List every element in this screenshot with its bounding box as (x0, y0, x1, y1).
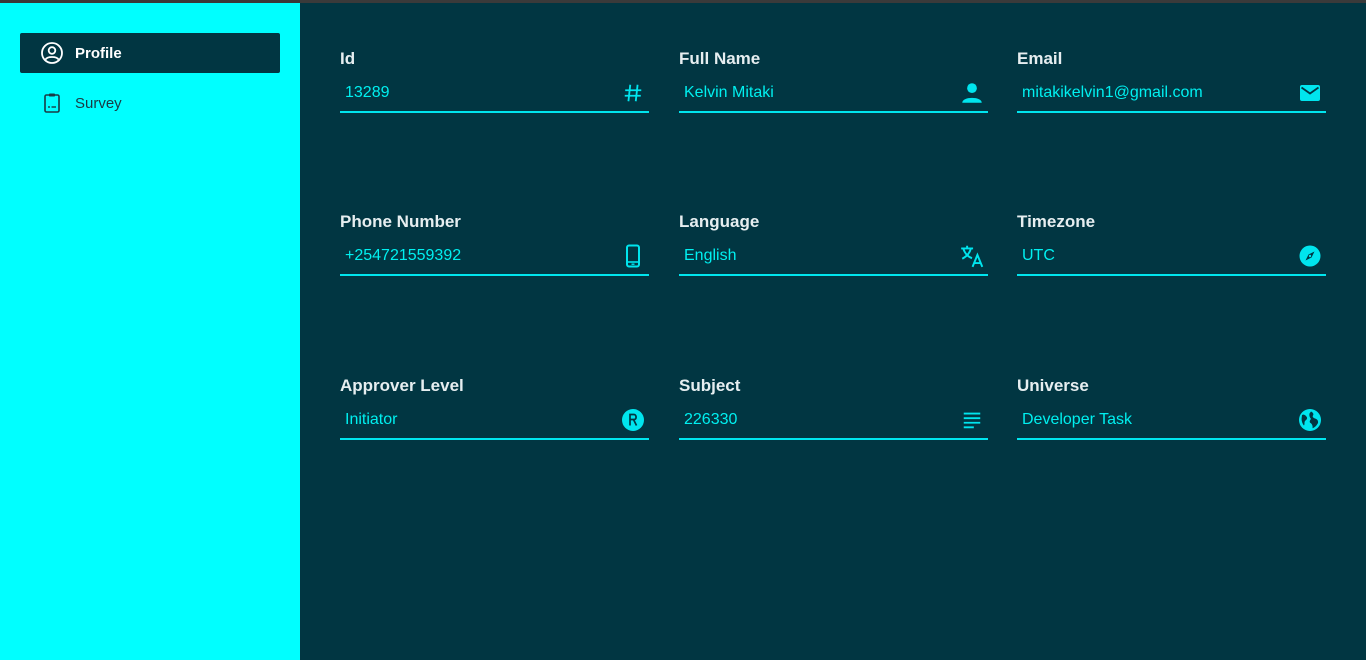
sidebar-item-label: Profile (75, 44, 122, 62)
language-field: Language English (679, 212, 988, 292)
approver-level-field: Approver Level Initiator (340, 376, 649, 456)
globe-icon (1297, 407, 1323, 433)
mail-icon (1297, 80, 1323, 106)
field-value: 13289 (345, 84, 390, 101)
timezone-field: Timezone UTC (1017, 212, 1326, 292)
timezone-input[interactable]: UTC (1017, 238, 1326, 276)
field-value: +254721559392 (345, 247, 462, 264)
registered-icon (620, 407, 646, 433)
subject-input[interactable]: 226330 (679, 402, 988, 440)
subject-field: Subject 226330 (679, 376, 988, 456)
person-icon (959, 80, 985, 106)
field-label: Subject (679, 376, 741, 395)
field-label: Universe (1017, 376, 1089, 395)
field-value: Kelvin Mitaki (684, 84, 774, 101)
field-value: Developer Task (1022, 411, 1132, 428)
sidebar-item-profile[interactable]: Profile (20, 33, 280, 73)
sidebar: Profile Survey (0, 3, 300, 660)
clipboard-list-icon (40, 91, 64, 115)
universe-field: Universe Developer Task (1017, 376, 1326, 456)
compass-icon (1297, 243, 1323, 269)
approver-level-input[interactable]: Initiator (340, 402, 649, 440)
email-input[interactable]: mitakikelvin1@gmail.com (1017, 75, 1326, 113)
field-value: 226330 (684, 411, 738, 428)
smartphone-icon (620, 243, 646, 269)
notes-icon (959, 407, 985, 433)
hash-icon (620, 80, 646, 106)
phone-number-input[interactable]: +254721559392 (340, 238, 649, 276)
id-field: Id 13289 (340, 49, 649, 129)
translate-icon (959, 243, 985, 269)
field-label: Id (340, 49, 356, 68)
profile-form: Id 13289 Full Name Kelvin Mitaki Email m… (300, 3, 1366, 660)
field-value: Initiator (345, 411, 398, 428)
account-circle-icon (40, 41, 64, 65)
sidebar-item-label: Survey (75, 94, 122, 112)
field-value: English (684, 247, 737, 264)
full-name-field: Full Name Kelvin Mitaki (679, 49, 988, 129)
universe-input[interactable]: Developer Task (1017, 402, 1326, 440)
field-value: UTC (1022, 247, 1055, 264)
field-label: Approver Level (340, 376, 464, 395)
email-field: Email mitakikelvin1@gmail.com (1017, 49, 1326, 129)
field-label: Language (679, 212, 760, 231)
field-label: Phone Number (340, 212, 461, 231)
field-value: mitakikelvin1@gmail.com (1022, 84, 1203, 101)
language-input[interactable]: English (679, 238, 988, 276)
phone-number-field: Phone Number +254721559392 (340, 212, 649, 292)
field-label: Full Name (679, 49, 761, 68)
full-name-input[interactable]: Kelvin Mitaki (679, 75, 988, 113)
id-input[interactable]: 13289 (340, 75, 649, 113)
field-label: Timezone (1017, 212, 1096, 231)
field-label: Email (1017, 49, 1063, 68)
sidebar-item-survey[interactable]: Survey (20, 83, 280, 123)
